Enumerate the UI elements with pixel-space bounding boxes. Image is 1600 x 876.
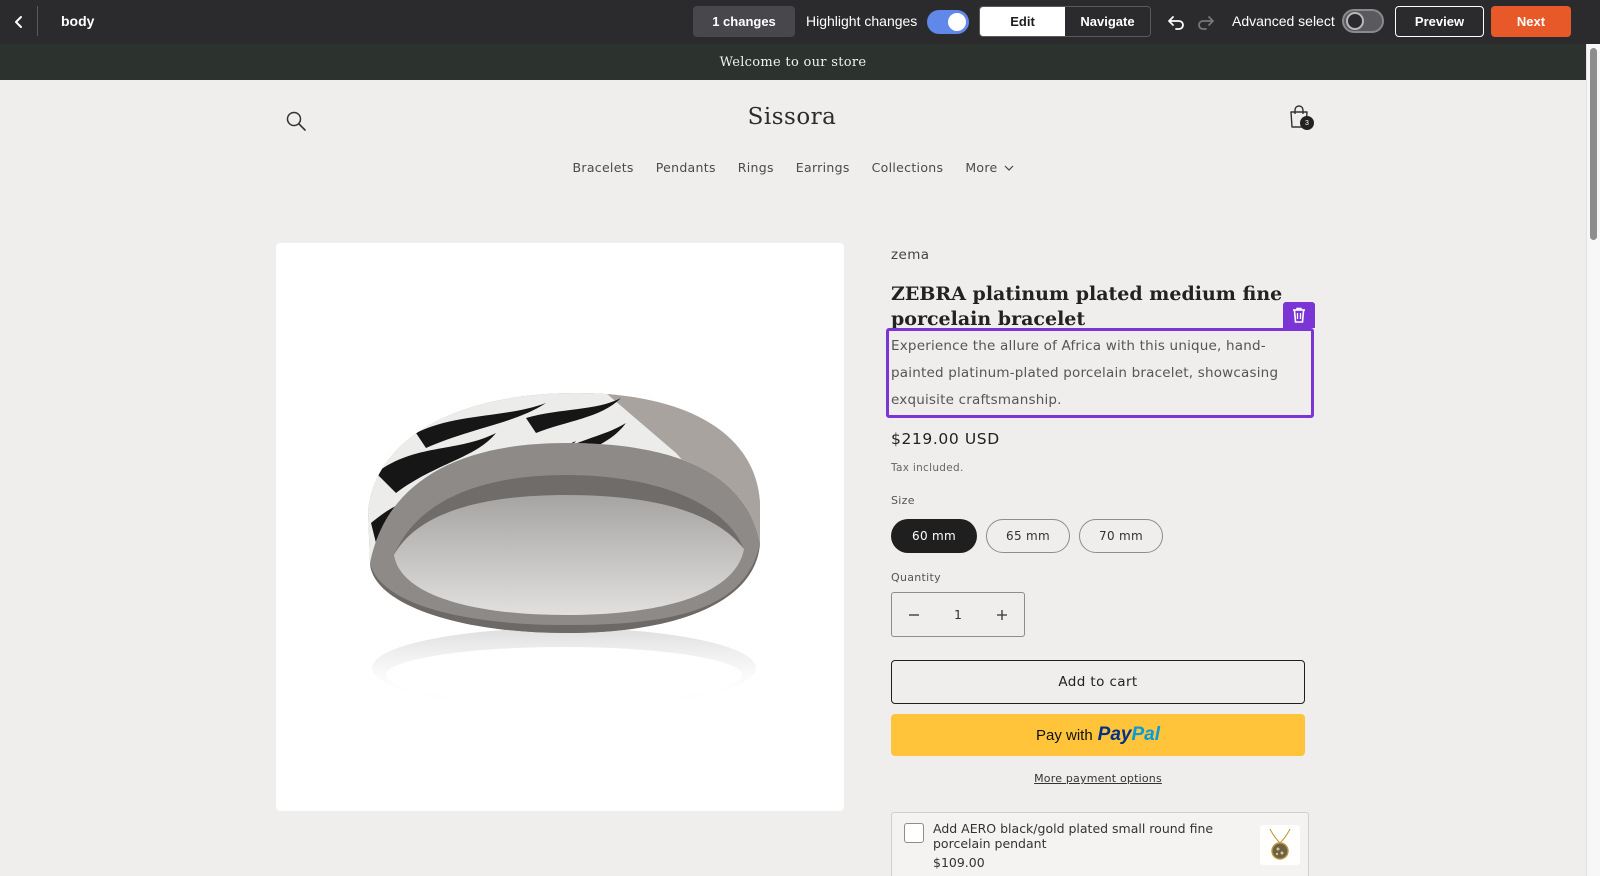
quantity-stepper: 1 bbox=[891, 592, 1025, 637]
more-payment-options-link[interactable]: More payment options bbox=[891, 772, 1305, 785]
trash-icon[interactable] bbox=[1283, 302, 1315, 328]
announcement-bar: Welcome to our store bbox=[0, 44, 1586, 80]
size-label: Size bbox=[891, 494, 915, 507]
scrollbar-thumb[interactable] bbox=[1590, 48, 1597, 240]
mode-switch: Edit Navigate bbox=[979, 6, 1151, 37]
nav-item-earrings[interactable]: Earrings bbox=[796, 160, 850, 175]
size-option-60mm[interactable]: 60 mm bbox=[891, 519, 977, 553]
undo-icon[interactable] bbox=[1164, 10, 1188, 34]
store-logo[interactable]: Sissora bbox=[692, 104, 892, 130]
minus-icon[interactable] bbox=[892, 593, 936, 636]
advanced-select-label: Advanced select bbox=[1232, 13, 1335, 29]
product-price: $219.00 USD bbox=[891, 430, 1000, 448]
cart-count-badge: 3 bbox=[1300, 116, 1314, 130]
product-title: ZEBRA platinum plated medium fine porcel… bbox=[891, 283, 1283, 330]
product-description[interactable]: Experience the allure of Africa with thi… bbox=[891, 333, 1306, 414]
page-scrollbar[interactable] bbox=[1586, 44, 1600, 876]
nav-item-rings[interactable]: Rings bbox=[738, 160, 774, 175]
mode-navigate-button[interactable]: Navigate bbox=[1065, 7, 1150, 36]
changes-count-button[interactable]: 1 changes bbox=[693, 6, 795, 37]
nav-more-label: More bbox=[965, 160, 998, 175]
upsell-title: Add AERO black/gold plated small round f… bbox=[933, 821, 1214, 851]
highlight-changes-label: Highlight changes bbox=[806, 13, 918, 29]
back-chevron-icon[interactable] bbox=[6, 9, 32, 35]
nav-item-pendants[interactable]: Pendants bbox=[656, 160, 716, 175]
nav-item-collections[interactable]: Collections bbox=[872, 160, 944, 175]
plus-icon[interactable] bbox=[980, 593, 1024, 636]
quantity-label: Quantity bbox=[891, 571, 941, 584]
editor-toolbar: body 1 changes Highlight changes Edit Na… bbox=[0, 0, 1600, 44]
cart-button[interactable]: 3 bbox=[1287, 104, 1315, 134]
pendant-thumbnail bbox=[1260, 825, 1300, 865]
paypal-logo: PayPal bbox=[1097, 724, 1161, 745]
preview-button[interactable]: Preview bbox=[1395, 6, 1484, 37]
tax-note: Tax included. bbox=[891, 462, 964, 474]
size-option-65mm[interactable]: 65 mm bbox=[986, 519, 1070, 553]
highlight-changes-toggle[interactable] bbox=[927, 10, 969, 34]
upsell-offer: Add AERO black/gold plated small round f… bbox=[891, 812, 1309, 876]
search-icon[interactable] bbox=[285, 110, 307, 132]
paypal-prefix: Pay with bbox=[1035, 726, 1093, 744]
quantity-input[interactable]: 1 bbox=[936, 607, 980, 622]
zebra-bracelet-image bbox=[368, 393, 760, 708]
product-vendor: zema bbox=[891, 247, 930, 263]
next-button[interactable]: Next bbox=[1491, 6, 1571, 37]
toolbar-divider bbox=[37, 6, 38, 36]
product-image[interactable] bbox=[276, 243, 844, 811]
mode-edit-button[interactable]: Edit bbox=[980, 7, 1065, 36]
redo-icon[interactable] bbox=[1194, 10, 1218, 34]
size-option-70mm[interactable]: 70 mm bbox=[1079, 519, 1163, 553]
paypal-button[interactable]: Pay with PayPal bbox=[891, 714, 1305, 756]
nav-item-more[interactable]: More bbox=[965, 160, 1013, 175]
breadcrumb: body bbox=[61, 13, 95, 29]
chevron-down-icon bbox=[1004, 165, 1013, 171]
advanced-select-toggle[interactable] bbox=[1342, 9, 1384, 33]
upsell-price: $109.00 bbox=[933, 855, 985, 870]
main-navigation: Bracelets Pendants Rings Earrings Collec… bbox=[0, 160, 1586, 175]
add-to-cart-button[interactable]: Add to cart bbox=[891, 660, 1305, 704]
nav-item-bracelets[interactable]: Bracelets bbox=[573, 160, 634, 175]
upsell-checkbox[interactable] bbox=[904, 823, 924, 843]
